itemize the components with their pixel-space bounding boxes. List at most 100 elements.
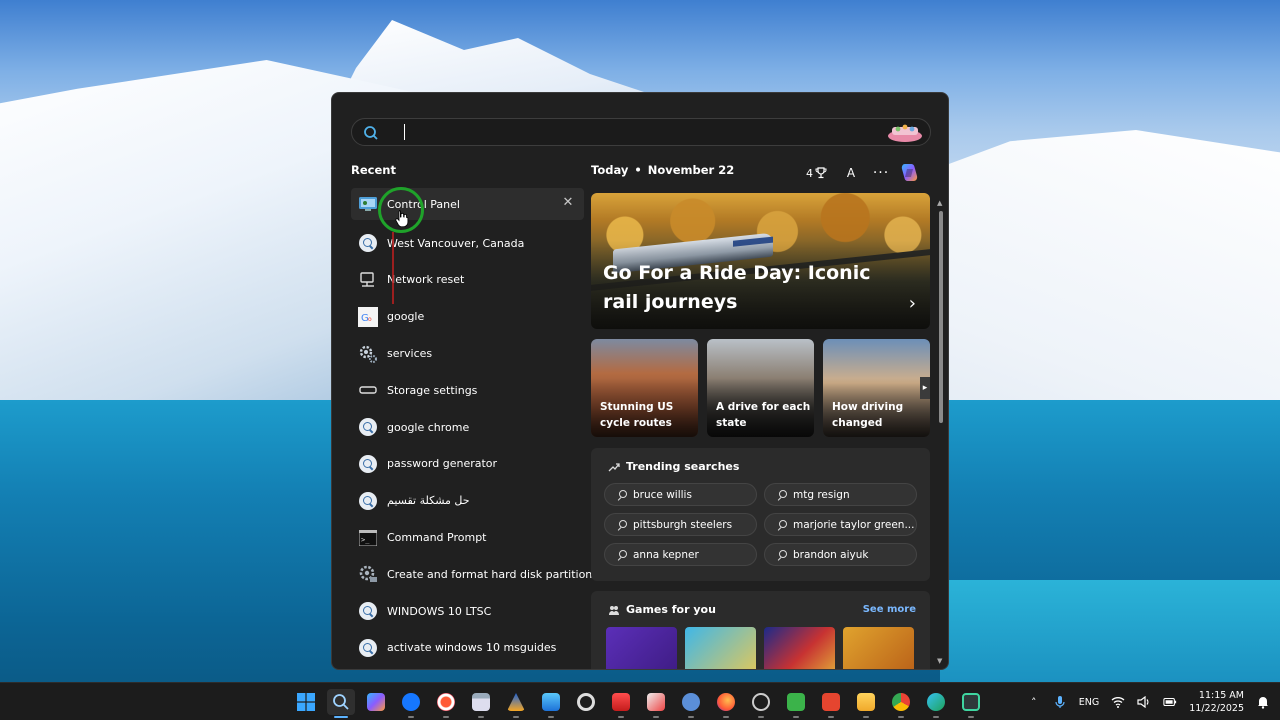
taskbar-app-aperture[interactable]	[747, 689, 775, 718]
recent-item-label: activate windows 10 msguides	[387, 641, 557, 655]
search-icon	[333, 694, 349, 710]
card-title: A drive for each state	[716, 401, 811, 429]
notification-bell-icon[interactable]	[1256, 695, 1270, 709]
services-gear-icon	[358, 344, 378, 364]
rewards-count: 4	[806, 166, 813, 180]
trending-chip[interactable]: brandon aiyuk	[764, 543, 917, 566]
taskbar-copilot[interactable]	[362, 689, 390, 715]
today-label: Today	[591, 163, 629, 177]
taskbar-search-button[interactable]	[327, 689, 355, 718]
photos-icon	[542, 693, 560, 711]
chevron-right-icon[interactable]: ▸	[920, 377, 930, 399]
recent-item-label: West Vancouver, Canada	[387, 236, 525, 250]
see-more-link[interactable]: See more	[863, 604, 916, 615]
taskbar-app-red[interactable]	[607, 689, 635, 718]
recent-item-label: Network reset	[387, 273, 465, 287]
taskbar-camtasia[interactable]	[782, 689, 810, 718]
folder-icon	[857, 693, 875, 711]
taskbar-edge[interactable]	[922, 689, 950, 718]
search-input[interactable]	[384, 122, 884, 142]
recent-item-google[interactable]: Go google	[351, 298, 584, 335]
trending-chip[interactable]: pittsburgh steelers	[604, 513, 757, 536]
trending-chip[interactable]: mtg resign	[764, 483, 917, 506]
recent-item-command-prompt[interactable]: >_ Command Prompt	[351, 519, 584, 556]
recent-item-label: google chrome	[387, 420, 470, 434]
clock-date: 11/22/2025	[1189, 703, 1244, 714]
trending-arrow-icon	[608, 462, 620, 471]
recent-item-password-generator[interactable]: password generator	[351, 446, 584, 483]
news-card-drive-each-state[interactable]: A drive for each state	[707, 339, 814, 437]
games-for-you: Games for you See more	[591, 591, 930, 669]
recent-item-arabic-query[interactable]: حل مشكلة تقسيم	[351, 482, 584, 519]
taskbar-file-explorer[interactable]	[852, 689, 880, 718]
account-button[interactable]: A	[840, 162, 862, 184]
disk-management-icon	[358, 564, 378, 584]
search-icon	[364, 126, 378, 140]
recent-item-label: services	[387, 347, 433, 361]
recent-item-disk-partitions[interactable]: Create and format hard disk partitions	[351, 556, 598, 593]
rewards-points[interactable]: 4	[806, 167, 840, 180]
clock[interactable]: 11:15 AM 11/22/2025	[1189, 689, 1244, 715]
taskbar-app-c[interactable]	[817, 689, 845, 718]
taskbar-app-ring[interactable]	[572, 689, 600, 715]
recent-item-services[interactable]: services	[351, 335, 584, 372]
more-options-button[interactable]: ···	[870, 165, 892, 181]
recent-item-network-reset[interactable]: Network reset	[351, 262, 584, 299]
search-icon	[617, 519, 627, 530]
recent-item-windows-10-ltsc[interactable]: WINDOWS 10 LTSC	[351, 593, 584, 630]
close-icon[interactable]: ✕	[561, 196, 575, 210]
language-indicator[interactable]: ENG	[1079, 697, 1099, 708]
game-tile[interactable]	[843, 627, 914, 669]
trending-chip[interactable]: anna kepner	[604, 543, 757, 566]
app-icon	[612, 693, 630, 711]
annotation-line	[392, 232, 394, 304]
card-title: How driving changed	[832, 401, 904, 429]
taskbar-app-window[interactable]	[467, 689, 495, 718]
window-icon	[472, 693, 490, 711]
chevron-right-icon[interactable]: ›	[909, 293, 916, 314]
scrollbar[interactable]: ▲ ▼	[937, 199, 943, 665]
card-title: Stunning US cycle routes	[600, 401, 674, 429]
microphone-icon[interactable]	[1053, 695, 1067, 709]
wifi-icon[interactable]	[1111, 695, 1125, 709]
recent-item-google-chrome[interactable]: google chrome	[351, 409, 584, 446]
search-highlight-doodle-icon[interactable]	[886, 121, 924, 143]
trending-chip[interactable]: marjorie taylor green...	[764, 513, 917, 536]
game-tile[interactable]	[764, 627, 835, 669]
taskbar-qbittorrent[interactable]	[677, 689, 705, 718]
chevron-up-icon[interactable]: ˄	[1027, 695, 1041, 709]
recent-heading: Recent	[351, 163, 396, 177]
taskbar-app-green[interactable]	[957, 689, 985, 718]
taskbar-firefox[interactable]	[712, 689, 740, 718]
recent-item-activate-windows[interactable]: activate windows 10 msguides	[351, 630, 584, 667]
control-panel-icon	[358, 194, 378, 214]
scroll-down-icon[interactable]: ▼	[937, 657, 942, 665]
news-card-cycle-routes[interactable]: Stunning US cycle routes	[591, 339, 698, 437]
game-tile[interactable]	[606, 627, 677, 669]
app-c-icon	[822, 693, 840, 711]
svg-text:o: o	[368, 316, 372, 323]
games-title: Games for you	[626, 603, 716, 616]
game-tile[interactable]	[685, 627, 756, 669]
recent-item-west-vancouver[interactable]: West Vancouver, Canada	[351, 225, 584, 262]
trending-chip[interactable]: bruce willis	[604, 483, 757, 506]
news-card-driving-changed[interactable]: How driving changed ▸	[823, 339, 930, 437]
play-icon	[402, 693, 420, 711]
taskbar-chrome[interactable]	[887, 689, 915, 718]
copilot-icon[interactable]	[898, 161, 922, 185]
recent-item-storage-settings[interactable]: Storage settings	[351, 372, 584, 409]
scrollbar-thumb[interactable]	[939, 211, 943, 423]
windows-logo-icon	[297, 693, 315, 711]
terminal-icon: >_	[358, 528, 378, 548]
scroll-up-icon[interactable]: ▲	[937, 199, 942, 207]
taskbar-photos[interactable]	[537, 689, 565, 718]
battery-icon[interactable]	[1163, 695, 1177, 709]
taskbar-app-pyramid[interactable]	[502, 689, 530, 718]
hero-news-card[interactable]: Go For a Ride Day: Iconic rail journeys …	[591, 193, 930, 329]
taskbar-media-player[interactable]	[397, 689, 425, 718]
volume-icon[interactable]	[1137, 695, 1151, 709]
taskbar-recorder[interactable]	[432, 689, 460, 718]
taskbar-app-notes[interactable]	[642, 689, 670, 718]
search-box[interactable]	[351, 118, 931, 146]
start-button[interactable]	[292, 689, 320, 715]
